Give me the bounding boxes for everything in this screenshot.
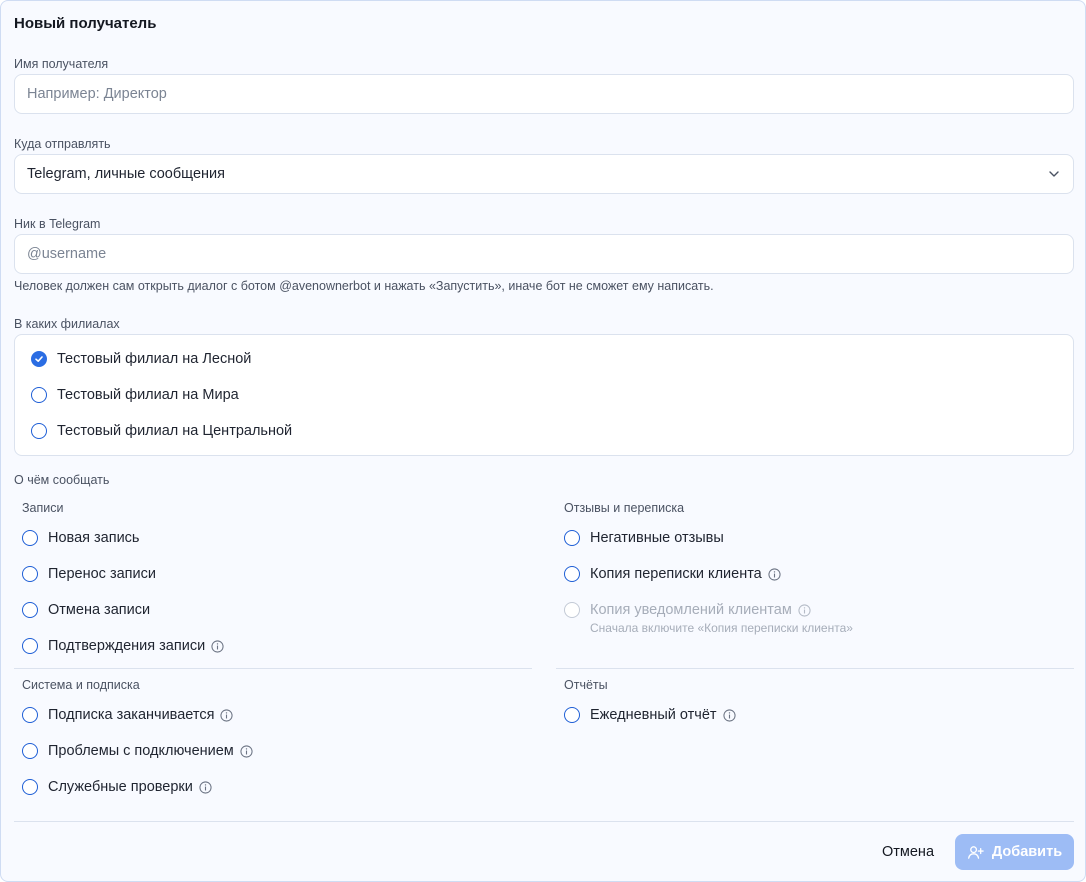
- checked-icon: [31, 351, 47, 367]
- notify-client-chat-copy[interactable]: Копия переписки клиента: [564, 566, 781, 582]
- option-label: Служебные проверки: [48, 779, 193, 795]
- notify-service-checks[interactable]: Служебные проверки: [22, 779, 212, 795]
- new-recipient-dialog: Новый получатель Имя получателя Куда отп…: [0, 0, 1086, 882]
- destination-selected-value: Telegram, личные сообщения: [27, 166, 225, 182]
- unchecked-icon: [22, 743, 38, 759]
- add-user-icon: [967, 845, 984, 859]
- notify-reschedule-booking[interactable]: Перенос записи: [22, 566, 156, 582]
- notify-daily-report[interactable]: Ежедневный отчёт: [564, 707, 736, 723]
- option-label: Подтверждения записи: [48, 638, 206, 654]
- branches-label: В каких филиалах: [14, 317, 120, 331]
- unchecked-icon: [564, 707, 580, 723]
- info-icon[interactable]: [768, 567, 781, 581]
- reviews-group-title: Отзывы и переписка: [564, 501, 685, 515]
- branches-box: Тестовый филиал на Лесной Тестовый филиа…: [14, 334, 1074, 456]
- info-icon[interactable]: [722, 708, 736, 722]
- cancel-button[interactable]: Отмена: [873, 834, 943, 870]
- unchecked-icon: [564, 566, 580, 582]
- info-icon[interactable]: [240, 744, 253, 758]
- info-icon[interactable]: [199, 780, 212, 794]
- option-label: Негативные отзывы: [590, 530, 724, 546]
- info-icon[interactable]: [798, 603, 811, 617]
- option-label: Ежедневный отчёт: [590, 707, 717, 723]
- unchecked-icon: [31, 387, 47, 403]
- divider: [14, 668, 532, 669]
- footer-divider: [14, 821, 1074, 822]
- info-icon[interactable]: [211, 639, 224, 653]
- branch-option-mira[interactable]: Тестовый филиал на Мира: [31, 387, 239, 403]
- option-label: Подписка заканчивается: [48, 707, 215, 723]
- notify-subscription-ending[interactable]: Подписка заканчивается: [22, 707, 234, 723]
- unchecked-icon: [31, 423, 47, 439]
- option-label: Копия уведомлений клиентам: [590, 602, 792, 618]
- option-label: Отмена записи: [48, 602, 151, 618]
- info-icon[interactable]: [220, 708, 234, 722]
- notify-booking-confirmations[interactable]: Подтверждения записи: [22, 638, 224, 654]
- system-group-title: Система и подписка: [22, 678, 140, 692]
- branch-option-label: Тестовый филиал на Лесной: [57, 351, 252, 367]
- notify-connection-problems[interactable]: Проблемы с подключением: [22, 743, 253, 759]
- name-label: Имя получателя: [14, 57, 109, 71]
- option-label: Копия переписки клиента: [590, 566, 762, 582]
- telegram-label: Ник в Telegram: [14, 217, 101, 231]
- destination-label: Куда отправлять: [14, 137, 111, 151]
- branch-option-centralnaya[interactable]: Тестовый филиал на Центральной: [31, 423, 292, 439]
- notify-client-notifications-copy: Копия уведомлений клиентам: [564, 602, 811, 618]
- add-button[interactable]: Добавить: [955, 834, 1074, 870]
- unchecked-icon: [564, 602, 580, 618]
- branch-option-lesnaya[interactable]: Тестовый филиал на Лесной: [31, 351, 251, 367]
- unchecked-icon: [22, 530, 38, 546]
- destination-select[interactable]: Telegram, личные сообщения: [14, 154, 1074, 194]
- client-notifications-disabled-hint: Сначала включите «Копия переписки клиент…: [590, 621, 853, 635]
- unchecked-icon: [22, 638, 38, 654]
- notify-cancel-booking[interactable]: Отмена записи: [22, 602, 150, 618]
- telegram-username-input[interactable]: [14, 234, 1074, 274]
- unchecked-icon: [22, 779, 38, 795]
- notify-negative-reviews[interactable]: Негативные отзывы: [564, 530, 724, 546]
- reports-group-title: Отчёты: [564, 678, 608, 692]
- option-label: Новая запись: [48, 530, 140, 546]
- divider: [556, 668, 1074, 669]
- notify-label: О чём сообщать: [14, 473, 110, 487]
- branch-option-label: Тестовый филиал на Мира: [57, 387, 239, 403]
- chevron-down-icon: [1049, 171, 1059, 177]
- notify-new-booking[interactable]: Новая запись: [22, 530, 140, 546]
- bookings-group-title: Записи: [22, 501, 64, 515]
- unchecked-icon: [22, 566, 38, 582]
- option-label: Проблемы с подключением: [48, 743, 234, 759]
- unchecked-icon: [22, 602, 38, 618]
- unchecked-icon: [22, 707, 38, 723]
- option-label: Перенос записи: [48, 566, 156, 582]
- add-button-label: Добавить: [991, 844, 1063, 860]
- unchecked-icon: [564, 530, 580, 546]
- name-input[interactable]: [14, 74, 1074, 114]
- telegram-hint: Человек должен сам открыть диалог с бото…: [14, 279, 714, 293]
- dialog-title: Новый получатель: [14, 15, 157, 32]
- branch-option-label: Тестовый филиал на Центральной: [57, 423, 293, 439]
